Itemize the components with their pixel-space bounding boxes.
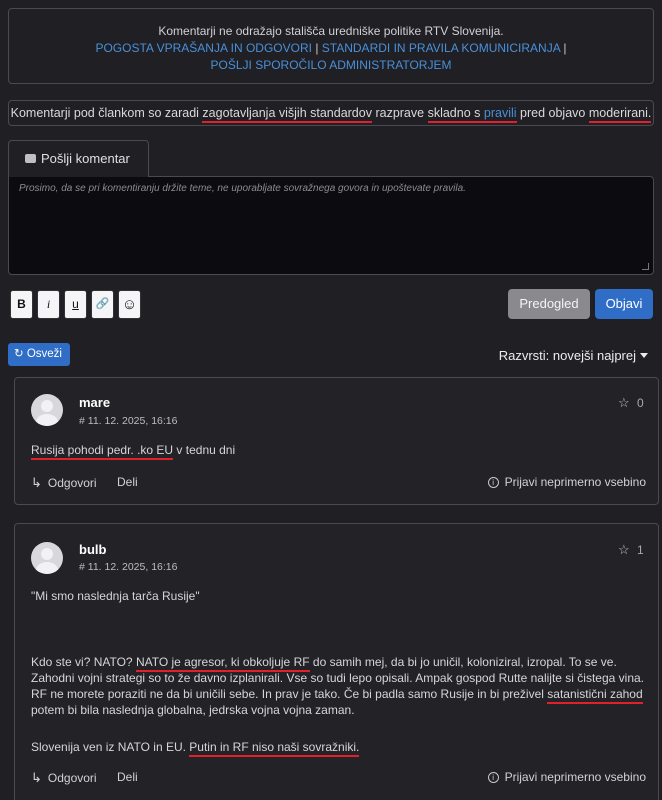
moderation-text: razprave — [375, 106, 425, 120]
comments-notice: Komentarji ne odražajo stališča urednišk… — [8, 8, 654, 84]
moderation-text-highlight: moderirani. — [588, 106, 652, 123]
comment-actions: ↳ Odgovori Deli i Prijavi neprimerno vsebi… — [31, 770, 646, 790]
moderation-text: Komentarji pod člankom so zaradi — [10, 106, 199, 120]
reply-icon: ↳ — [31, 475, 42, 490]
preview-button[interactable]: Predogled — [508, 289, 590, 319]
comment-author[interactable]: bulb — [79, 542, 106, 557]
sort-dropdown[interactable]: Razvrsti: novejši najprej — [499, 348, 648, 363]
comment-text: potem bi bila naslednja globalna, jedrsk… — [31, 703, 355, 717]
refresh-label: Osveži — [26, 348, 62, 360]
comment-text: Kdo ste vi? NATO? — [31, 655, 136, 669]
comment-body: Slovenija ven iz NATO in EU. Putin in RF… — [31, 739, 646, 757]
reply-button[interactable]: ↳ Odgovori — [31, 475, 97, 491]
report-button[interactable]: i Prijavi neprimerno vsebino — [487, 770, 646, 784]
reply-label: Odgovori — [47, 476, 97, 490]
moderation-text-highlight: skladno s — [427, 106, 481, 120]
contact-admin-link[interactable]: POŠLJI SPOROČILO ADMINISTRATORJEM — [211, 58, 452, 72]
tab-label: Pošlji komentar — [41, 151, 130, 166]
comment-icon — [25, 154, 36, 163]
disclaimer-text: Komentarji ne odražajo stališča urednišk… — [158, 24, 504, 38]
link-button[interactable]: 🔗 — [91, 290, 114, 319]
info-icon: i — [487, 477, 499, 488]
report-label: Prijavi neprimerno vsebino — [504, 475, 646, 489]
comment-text-highlight: NATO je agresor, ki obkoljuje RF — [135, 655, 310, 672]
caret-down-icon — [640, 353, 648, 358]
avatar — [31, 394, 63, 426]
comment-body: "Mi smo naslednja tarča Rusije" — [31, 588, 646, 604]
resize-handle-icon[interactable] — [642, 263, 649, 270]
reply-button[interactable]: ↳ Odgovori — [31, 770, 97, 786]
comment-quote: "Mi smo naslednja tarča Rusije" — [31, 589, 200, 603]
comment-text-highlight: Rusija pohodi pedr. .ko EU — [31, 443, 174, 460]
comment-text-highlight: Putin in RF niso naši sovražniki. — [189, 740, 360, 757]
comment-text: Slovenija ven iz NATO in EU. — [31, 740, 190, 754]
star-icon[interactable]: ☆ — [618, 542, 630, 558]
comment-actions: ↳ Odgovori Deli i Prijavi neprimerno vsebi… — [31, 475, 646, 495]
comment-meta[interactable]: # 11. 12. 2025, 16:16 — [79, 415, 177, 427]
faq-link[interactable]: POGOSTA VPRAŠANJA IN ODGOVORI — [95, 41, 312, 55]
reply-label: Odgovori — [47, 771, 97, 785]
reply-icon: ↳ — [31, 770, 42, 785]
tab-post-comment[interactable]: Pošlji komentar — [8, 140, 149, 177]
rules-link[interactable]: pravili — [484, 106, 517, 120]
comment-body: Rusija pohodi pedr. .ko EU v tednu dni — [31, 442, 646, 460]
avatar — [31, 542, 63, 574]
vote-count: 0 — [637, 396, 644, 410]
moderation-notice: Komentarji pod člankom so zaradi zagotav… — [8, 100, 654, 126]
comment-text: v tednu dni — [173, 443, 236, 457]
report-button[interactable]: i Prijavi neprimerno vsebino — [487, 475, 646, 489]
refresh-icon: ↻ — [14, 348, 24, 360]
moderation-text: pred objavo — [520, 106, 586, 120]
comment-body: Kdo ste vi? NATO? NATO je agresor, ki ob… — [31, 654, 646, 718]
separator: | — [563, 41, 567, 55]
refresh-button[interactable]: ↻ Osveži — [8, 343, 70, 366]
share-button[interactable]: Deli — [117, 475, 138, 489]
separator: | — [315, 41, 319, 55]
vote-count: 1 — [637, 543, 644, 557]
comment-meta[interactable]: # 11. 12. 2025, 16:16 — [79, 561, 177, 573]
standards-link[interactable]: STANDARDI IN PRAVILA KOMUNICIRANJA — [322, 41, 560, 55]
comment-author[interactable]: mare — [79, 395, 110, 410]
italic-button[interactable]: i — [37, 290, 60, 319]
comment-card: bulb # 11. 12. 2025, 16:16 ☆ 1 "Mi smo n… — [14, 523, 659, 800]
info-icon: i — [487, 772, 499, 783]
comment-textarea[interactable]: Prosimo, da se pri komentiranju držite t… — [8, 176, 654, 275]
submit-button[interactable]: Objavi — [595, 289, 653, 319]
comment-text-highlight: satanistični zahod — [547, 687, 643, 704]
moderation-text-highlight: zagotavljanja višjih standardov — [202, 106, 372, 123]
comment-placeholder: Prosimo, da se pri komentiranju držite t… — [19, 183, 466, 194]
comment-card: mare # 11. 12. 2025, 16:16 ☆ 0 Rusija po… — [14, 377, 659, 505]
emoji-button[interactable]: ☺ — [118, 290, 141, 319]
share-button[interactable]: Deli — [117, 770, 138, 784]
underline-button[interactable]: u — [64, 290, 87, 319]
report-label: Prijavi neprimerno vsebino — [504, 770, 646, 784]
bold-button[interactable]: B — [10, 290, 33, 319]
sort-label: Razvrsti: novejši najprej — [498, 348, 636, 363]
star-icon[interactable]: ☆ — [618, 395, 630, 411]
